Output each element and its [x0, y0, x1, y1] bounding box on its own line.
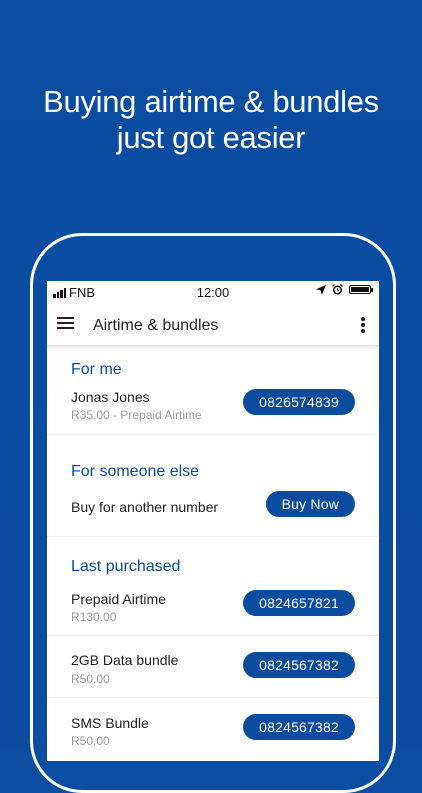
page-title: Airtime & bundles [93, 317, 219, 334]
content: For me Jonas Jones R35.00 - Prepaid Airt… [47, 345, 379, 761]
headline-line-2: just got easier [116, 120, 306, 155]
status-right [316, 284, 373, 295]
buy-other-number-label: Buy for another number [71, 499, 219, 515]
my-number-button[interactable]: 0826574839 [243, 389, 355, 415]
headline: Buying airtime & bundles just got easier [0, 84, 422, 156]
last-purchased-item: 2GB Data bundle R50.00 0824567382 [47, 636, 379, 697]
purchase-name: Prepaid Airtime [71, 591, 166, 607]
phone-screen: FNB 12:00 Airtime & bundles For me Jonas [47, 281, 379, 761]
headline-line-1: Buying airtime & bundles [43, 84, 379, 119]
location-arrow-icon [316, 284, 326, 295]
buy-now-button[interactable]: Buy Now [265, 491, 355, 517]
battery-icon [349, 285, 373, 294]
contact-name: Jonas Jones [71, 389, 150, 405]
purchase-amount: R130.00 [71, 610, 117, 624]
for-me-card: For me Jonas Jones R35.00 - Prepaid Airt… [47, 345, 379, 434]
purchase-number-button[interactable]: 0824567382 [243, 652, 355, 678]
purchase-name: 2GB Data bundle [71, 652, 179, 668]
for-me-title: For me [71, 361, 122, 378]
app-bar: Airtime & bundles [47, 303, 379, 345]
someone-else-card: For someone else Buy for another number … [47, 435, 379, 536]
last-purchased-item: SMS Bundle R50.00 0824567382 [47, 698, 379, 761]
last-purchased-item: Last purchased Prepaid Airtime R130.00 0… [47, 537, 379, 635]
purchase-number-button[interactable]: 0824657821 [243, 590, 355, 616]
purchase-name: SMS Bundle [71, 715, 149, 731]
hamburger-menu-icon[interactable] [57, 317, 74, 329]
more-options-icon[interactable] [361, 317, 365, 333]
last-purchased-title: Last purchased [71, 558, 181, 575]
purchase-amount: R50.00 [71, 672, 110, 686]
alarm-icon [332, 284, 343, 295]
status-bar: FNB 12:00 [47, 281, 379, 303]
purchase-amount: R50.00 [71, 734, 110, 748]
someone-else-title: For someone else [71, 463, 200, 480]
purchase-number-button[interactable]: 0824567382 [243, 714, 355, 740]
contact-detail: R35.00 - Prepaid Airtime [71, 408, 202, 422]
